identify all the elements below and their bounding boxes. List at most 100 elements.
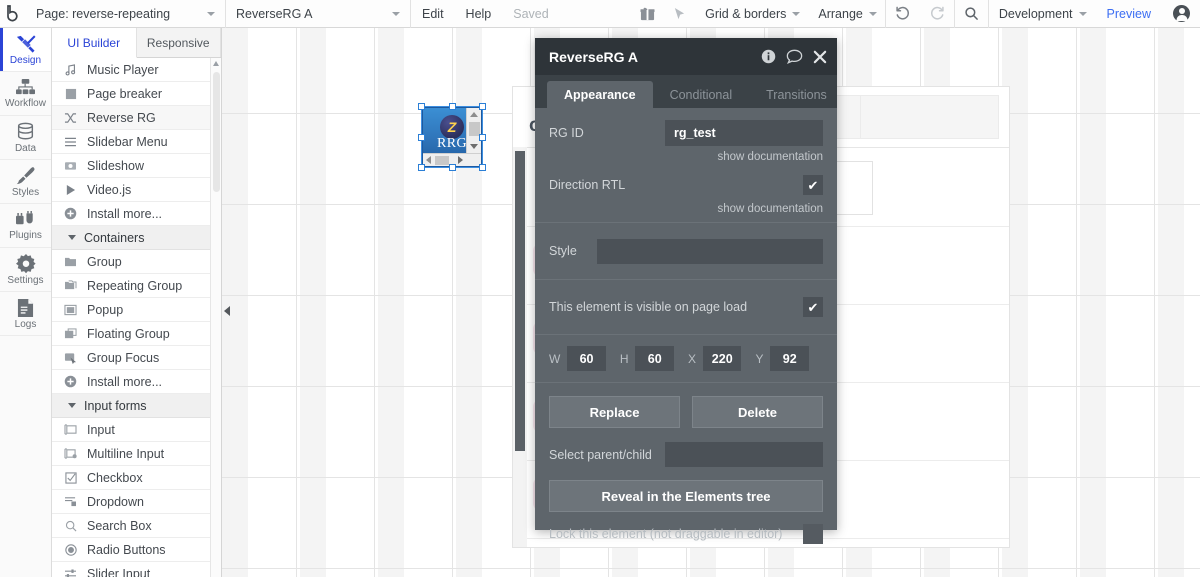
gift-icon[interactable]: [631, 0, 664, 28]
lock-element-checkbox[interactable]: [803, 524, 823, 544]
sidebar-item-styles[interactable]: Styles: [0, 160, 51, 204]
resize-handle-nw[interactable]: [418, 103, 425, 110]
sidebar-item-design[interactable]: Design: [0, 28, 51, 72]
plus-circle-icon: [63, 374, 78, 389]
scrollbar-thumb[interactable]: [213, 72, 220, 192]
palette-item-label: Group Focus: [87, 350, 160, 365]
comment-icon[interactable]: [786, 49, 803, 64]
rg-id-input[interactable]: rg_test: [665, 120, 823, 146]
palette-item-install-more-2[interactable]: Install more...: [52, 370, 221, 394]
show-documentation-link-1[interactable]: show documentation: [549, 148, 823, 170]
resize-handle-se[interactable]: [479, 164, 486, 171]
scroll-up-arrow-icon[interactable]: [213, 61, 219, 66]
resize-handle-ne[interactable]: [479, 103, 486, 110]
grid-borders-menu[interactable]: Grid & borders: [695, 0, 808, 28]
palette-item-search-box[interactable]: Search Box: [52, 514, 221, 538]
show-documentation-link-2[interactable]: show documentation: [549, 200, 823, 222]
tab-responsive[interactable]: Responsive: [136, 28, 221, 57]
scrollbar-thumb[interactable]: [435, 156, 449, 165]
x-input[interactable]: 220: [702, 346, 742, 371]
replace-button[interactable]: Replace: [549, 396, 680, 428]
palette-item-popup[interactable]: Popup: [52, 298, 221, 322]
search-icon[interactable]: [955, 0, 988, 28]
sidebar-item-label: Logs: [14, 318, 37, 330]
tab-appearance[interactable]: Appearance: [547, 81, 653, 108]
tab-transitions[interactable]: Transitions: [749, 81, 844, 108]
undo-icon[interactable]: [886, 0, 920, 28]
palette-item-slideshow[interactable]: Slideshow: [52, 154, 221, 178]
scroll-up-arrow-icon[interactable]: [470, 112, 478, 117]
resize-handle-w[interactable]: [418, 133, 425, 141]
page-selector[interactable]: Page: reverse-repeating: [26, 0, 226, 28]
history-group: [884, 0, 954, 28]
height-input[interactable]: 60: [635, 346, 674, 371]
rg-scrollbar[interactable]: [513, 147, 527, 547]
scroll-down-arrow-icon[interactable]: [470, 144, 478, 149]
reveal-in-elements-tree-button[interactable]: Reveal in the Elements tree: [549, 480, 823, 512]
sidebar-item-logs[interactable]: Logs: [0, 292, 51, 336]
style-dropdown[interactable]: [597, 238, 823, 264]
pointer-icon[interactable]: [664, 0, 695, 28]
selected-reverse-rg-element[interactable]: Z RRG: [418, 103, 486, 171]
visible-on-load-checkbox[interactable]: ✔: [803, 297, 823, 317]
palette-item-dropdown[interactable]: Dropdown: [52, 490, 221, 514]
bubble-logo-icon[interactable]: [0, 0, 26, 28]
sidebar-item-plugins[interactable]: Plugins: [0, 204, 51, 248]
palette-item-multiline-input[interactable]: Multiline Input: [52, 442, 221, 466]
y-input[interactable]: 92: [770, 346, 809, 371]
dialog-header[interactable]: ReverseRG A: [535, 38, 837, 75]
palette-item-install-more-1[interactable]: Install more...: [52, 202, 221, 226]
palette-scrollbar[interactable]: [210, 58, 221, 577]
palette-section-input-forms[interactable]: Input forms: [52, 394, 221, 418]
collapse-panel-arrow-icon[interactable]: [222, 303, 234, 319]
edit-menu[interactable]: Edit: [411, 0, 455, 28]
reverse-rg-body[interactable]: Z RRG: [422, 107, 482, 167]
direction-rtl-checkbox[interactable]: ✔: [803, 175, 823, 195]
sidebar-item-label: Data: [14, 142, 37, 154]
sidebar-item-data[interactable]: Data: [0, 116, 51, 160]
delete-button[interactable]: Delete: [692, 396, 823, 428]
scroll-left-arrow-icon[interactable]: [426, 156, 431, 164]
user-avatar-icon[interactable]: [1173, 5, 1190, 22]
info-icon[interactable]: [761, 49, 776, 64]
palette-item-slider-input[interactable]: Slider Input: [52, 562, 221, 577]
palette-item-repeating-group[interactable]: Repeating Group: [52, 274, 221, 298]
element-property-editor[interactable]: ReverseRG A Appearance Conditional Trans…: [535, 38, 837, 544]
palette-item-checkbox[interactable]: Checkbox: [52, 466, 221, 490]
palette-item-group-focus[interactable]: Group Focus: [52, 346, 221, 370]
tab-ui-builder[interactable]: UI Builder: [52, 28, 137, 58]
scrollbar-thumb[interactable]: [515, 151, 525, 451]
arrange-menu[interactable]: Arrange: [808, 0, 884, 28]
version-menu[interactable]: Development: [989, 0, 1095, 28]
sidebar-item-settings[interactable]: Settings: [0, 248, 51, 292]
palette-item-group[interactable]: Group: [52, 250, 221, 274]
element-selector[interactable]: ReverseRG A: [226, 0, 411, 28]
help-menu[interactable]: Help: [455, 0, 503, 28]
close-icon[interactable]: [813, 50, 827, 64]
tab-conditional[interactable]: Conditional: [653, 81, 750, 108]
width-input[interactable]: 60: [567, 346, 606, 371]
palette-item-input[interactable]: Input: [52, 418, 221, 442]
scroll-right-arrow-icon[interactable]: [458, 156, 463, 164]
palette-item-music-player[interactable]: Music Player: [52, 58, 221, 82]
element-vertical-scrollbar[interactable]: [466, 108, 481, 153]
resize-handle-n[interactable]: [448, 103, 456, 110]
select-parent-child-dropdown[interactable]: [665, 442, 823, 467]
palette-item-reverse-rg[interactable]: Reverse RG: [52, 106, 221, 130]
design-icon: [15, 34, 36, 54]
palette-item-videojs[interactable]: Video.js: [52, 178, 221, 202]
palette-item-slidebar-menu[interactable]: Slidebar Menu: [52, 130, 221, 154]
chevron-down-icon: [207, 11, 215, 16]
resize-handle-s[interactable]: [448, 164, 456, 171]
palette-item-radio-buttons[interactable]: Radio Buttons: [52, 538, 221, 562]
sidebar-item-workflow[interactable]: Workflow: [0, 72, 51, 116]
palette-section-containers[interactable]: Containers: [52, 226, 221, 250]
redo-icon[interactable]: [920, 0, 954, 28]
resize-handle-e[interactable]: [479, 133, 486, 141]
palette-item-floating-group[interactable]: Floating Group: [52, 322, 221, 346]
preview-button[interactable]: Preview: [1095, 7, 1163, 21]
palette-item-page-breaker[interactable]: Page breaker: [52, 82, 221, 106]
resize-handle-sw[interactable]: [418, 164, 425, 171]
palette-item-label: Slidebar Menu: [87, 134, 168, 149]
palette-section-label: Input forms: [84, 398, 147, 413]
